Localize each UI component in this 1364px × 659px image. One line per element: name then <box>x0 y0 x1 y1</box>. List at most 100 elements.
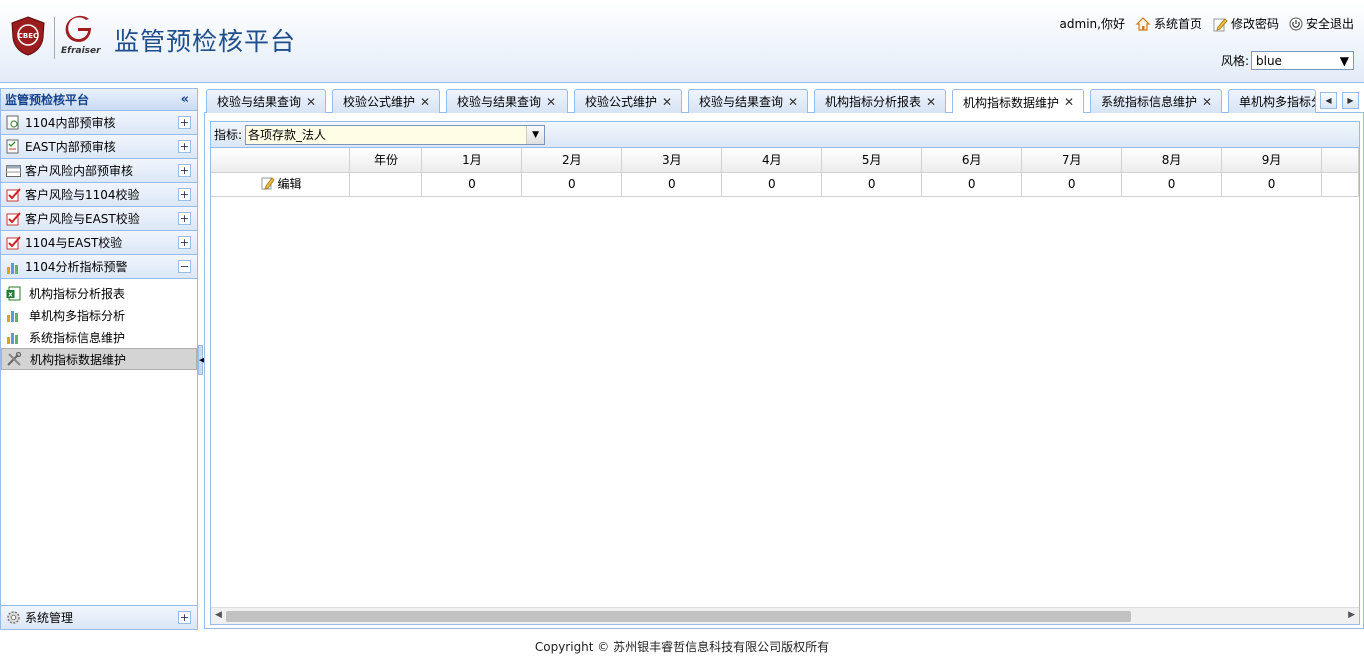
tab-item[interactable]: 校验公式维护 ✕ <box>574 89 682 113</box>
check-badge-icon <box>5 235 21 251</box>
logout-link[interactable]: 安全退出 <box>1289 15 1354 32</box>
tab-scroll-left-icon[interactable]: ◀ <box>1320 92 1337 109</box>
close-icon[interactable]: ✕ <box>1064 95 1074 109</box>
tab-label: 机构指标数据维护 <box>963 95 1060 110</box>
style-select[interactable]: blue ▼ <box>1251 51 1354 70</box>
sidebar-group-customer-risk-east[interactable]: 客户风险与EAST校验 + <box>1 207 197 231</box>
column-header[interactable]: 4月 <box>721 148 823 173</box>
tab-item[interactable]: 机构指标分析报表 ✕ <box>814 89 946 113</box>
tab-label: 校验与结果查询 <box>217 95 302 109</box>
expand-icon[interactable]: + <box>178 236 191 249</box>
column-header[interactable]: 1月 <box>421 148 523 173</box>
expand-icon[interactable]: + <box>178 164 191 177</box>
expand-icon[interactable]: + <box>178 611 191 624</box>
expand-icon[interactable]: + <box>178 140 191 153</box>
sidebar-group-1104-east[interactable]: 1104与EAST校验 + <box>1 231 197 255</box>
home-label: 系统首页 <box>1153 17 1202 31</box>
month-cell[interactable]: 0 <box>1221 172 1323 197</box>
sidebar-group-system-management[interactable]: 系统管理 + <box>1 605 197 629</box>
scrollbar-thumb[interactable] <box>226 611 1131 622</box>
column-header[interactable]: 8月 <box>1121 148 1223 173</box>
tab-label: 校验公式维护 <box>585 95 658 109</box>
expand-icon[interactable]: + <box>178 212 191 225</box>
sidebar-item-label: 系统指标信息维护 <box>29 330 126 345</box>
close-icon[interactable]: ✕ <box>662 95 672 109</box>
chevron-down-icon[interactable]: ▼ <box>526 125 545 144</box>
dropdown-arrow-icon: ▼ <box>1339 53 1349 68</box>
close-icon[interactable]: ✕ <box>546 95 556 109</box>
indicator-select[interactable]: 各项存款_法人 ▼ <box>245 124 546 145</box>
row-actions-cell: 编辑 <box>211 172 351 197</box>
tab-item[interactable]: 校验与结果查询 ✕ <box>206 89 326 113</box>
logo-brand-text: Efraiser <box>61 46 101 56</box>
sidebar-group-east-internal[interactable]: EAST内部预审核 + <box>1 135 197 159</box>
check-badge-icon <box>5 211 21 227</box>
tab-item[interactable]: 单机构多指标分析 <box>1228 89 1316 113</box>
change-password-link[interactable]: 修改密码 <box>1212 15 1279 32</box>
user-bar: admin,你好 系统首页 修改密码 安全退出 <box>1060 15 1354 32</box>
column-header-overflow <box>1321 148 1359 173</box>
bar-chart-icon <box>5 259 21 275</box>
close-icon[interactable]: ✕ <box>420 95 430 109</box>
sidebar-item-org-indicator-report[interactable]: x 机构指标分析报表 <box>1 282 197 304</box>
column-header[interactable]: 3月 <box>621 148 723 173</box>
collapse-icon[interactable]: − <box>178 260 191 273</box>
month-cell[interactable]: 0 <box>521 172 623 197</box>
sidebar-group-label: 1104分析指标预警 <box>25 260 128 274</box>
sidebar-item-system-indicator-info[interactable]: 系统指标信息维护 <box>1 326 197 348</box>
column-header[interactable]: 5月 <box>821 148 923 173</box>
collapse-sidebar-icon[interactable]: « <box>181 92 189 107</box>
sidebar-group-label: 系统管理 <box>25 611 74 625</box>
sidebar-item-single-org-analysis[interactable]: 单机构多指标分析 <box>1 304 197 326</box>
horizontal-scrollbar[interactable]: ◀ ▶ <box>211 607 1359 624</box>
sidebar-group-label: 客户风险与EAST校验 <box>25 212 140 226</box>
column-header <box>211 148 351 173</box>
scroll-left-icon[interactable]: ◀ <box>215 610 222 620</box>
close-icon[interactable]: ✕ <box>1202 95 1212 109</box>
scroll-right-icon[interactable]: ▶ <box>1348 610 1355 620</box>
month-cell[interactable]: 0 <box>921 172 1023 197</box>
sidebar-group-label: 客户风险内部预审核 <box>25 164 134 178</box>
column-header[interactable]: 7月 <box>1021 148 1123 173</box>
tab-item[interactable]: 校验与结果查询 ✕ <box>688 89 808 113</box>
home-link[interactable]: 系统首页 <box>1135 15 1202 32</box>
month-cell[interactable]: 0 <box>821 172 923 197</box>
month-cell[interactable]: 0 <box>421 172 523 197</box>
month-cell[interactable]: 0 <box>721 172 823 197</box>
tab-item-active[interactable]: 机构指标数据维护 ✕ <box>952 89 1084 114</box>
expand-icon[interactable]: + <box>178 116 191 129</box>
column-header[interactable]: 9月 <box>1221 148 1323 173</box>
column-header[interactable]: 6月 <box>921 148 1023 173</box>
check-badge-icon <box>5 187 21 203</box>
indicator-value: 各项存款_法人 <box>248 128 327 142</box>
month-cell[interactable]: 0 <box>1121 172 1223 197</box>
tab-scroll-right-icon[interactable]: ▶ <box>1342 92 1359 109</box>
close-icon[interactable]: ✕ <box>788 95 798 109</box>
close-icon[interactable]: ✕ <box>306 95 316 109</box>
column-header[interactable]: 年份 <box>349 148 423 173</box>
month-cell[interactable]: 0 <box>1021 172 1123 197</box>
sidebar-group-1104-analysis[interactable]: 1104分析指标预警 − <box>1 255 197 279</box>
sidebar-group-label: EAST内部预审核 <box>25 140 116 154</box>
power-icon <box>1289 17 1303 30</box>
expand-icon[interactable]: + <box>178 188 191 201</box>
tab-bar: 校验与结果查询 ✕ 校验公式维护 ✕ 校验与结果查询 ✕ 校验公式维护 ✕ 校验与结果查… <box>204 89 1364 114</box>
tab-item[interactable]: 校验与结果查询 ✕ <box>446 89 568 113</box>
tab-item[interactable]: 系统指标信息维护 ✕ <box>1090 89 1222 113</box>
tab-item[interactable]: 校验公式维护 ✕ <box>332 89 440 113</box>
sidebar-group-1104-internal[interactable]: 1104内部预审核 + <box>1 111 197 135</box>
tab-label: 校验与结果查询 <box>457 95 542 109</box>
sidebar-splitter-handle[interactable]: ◀ <box>198 345 204 375</box>
sub-menu: x 机构指标分析报表 单机构多指标分析 系统指标信息维护 机构指标数据维护 <box>1 279 197 370</box>
sidebar-group-customer-risk-1104[interactable]: 客户风险与1104校验 + <box>1 183 197 207</box>
svg-text:x: x <box>8 290 13 298</box>
close-icon[interactable]: ✕ <box>926 95 936 109</box>
tab-label: 校验公式维护 <box>343 95 416 109</box>
sidebar-item-org-indicator-data[interactable]: 机构指标数据维护 <box>1 348 197 370</box>
column-header[interactable]: 2月 <box>521 148 623 173</box>
sidebar-group-label: 客户风险与1104校验 <box>25 188 140 202</box>
edit-row-button[interactable]: 编辑 <box>261 175 301 192</box>
month-cell[interactable]: 0 <box>621 172 723 197</box>
year-cell[interactable] <box>349 172 423 197</box>
sidebar-group-customer-risk-internal[interactable]: 客户风险内部预审核 + <box>1 159 197 183</box>
